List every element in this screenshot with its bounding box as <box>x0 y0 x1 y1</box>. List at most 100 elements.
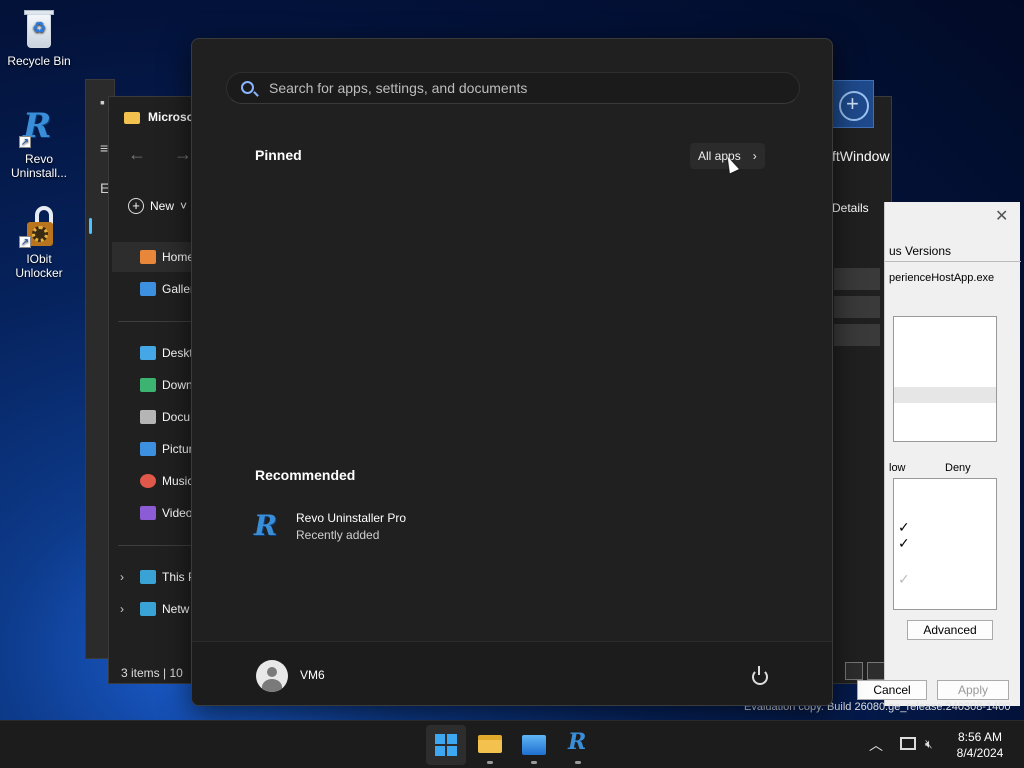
this-pc-icon <box>140 570 156 584</box>
sidebar-item-gallery[interactable]: Galler <box>140 282 192 296</box>
iobit-unlocker-icon: ↗ <box>19 206 59 248</box>
tab-previous-versions[interactable]: us Versions <box>885 240 1021 262</box>
power-icon[interactable] <box>750 666 770 686</box>
divider <box>118 321 192 322</box>
user-name[interactable]: VM6 <box>300 668 325 682</box>
start-menu: Pinned All apps› Recommended R Revo Unin… <box>191 38 833 706</box>
desktop-icon-label: Revo Uninstall... <box>10 152 68 180</box>
home-icon <box>140 250 156 264</box>
cancel-button[interactable]: Cancel <box>857 680 927 700</box>
clock[interactable]: 8:56 AM 8/4/2024 <box>948 729 1012 761</box>
deny-column-label: Deny <box>945 462 971 474</box>
pictures-icon <box>140 442 156 456</box>
clock-date: 8/4/2024 <box>956 746 1004 760</box>
window-title-fragment: ftWindow <box>832 148 890 164</box>
group-user-list[interactable] <box>893 316 997 442</box>
object-path: perienceHostApp.exe <box>889 272 995 284</box>
running-indicator <box>487 761 493 764</box>
chevron-right-icon: › <box>752 149 757 163</box>
sidebar-item-pictures[interactable]: Pictur <box>140 442 192 456</box>
apply-button[interactable]: Apply <box>937 680 1009 700</box>
tiles-view-icon[interactable] <box>867 662 885 680</box>
close-icon[interactable]: ✕ <box>995 206 1008 226</box>
videos-icon <box>140 506 156 520</box>
chevron-right-icon[interactable]: › <box>120 602 124 616</box>
recommended-item[interactable]: R Revo Uninstaller Pro Recently added <box>252 509 406 543</box>
recommended-item-name: Revo Uninstaller Pro <box>296 510 407 525</box>
photos-icon <box>522 735 546 755</box>
start-button[interactable] <box>426 725 466 765</box>
taskbar: R ︿ 🔇︎ 8:56 AM 8/4/2024 <box>0 720 1024 768</box>
back-arrow-icon[interactable]: ← <box>128 144 146 165</box>
check-icon: ✓ <box>898 571 910 587</box>
explorer-title[interactable]: Microso <box>124 110 194 124</box>
network-icon[interactable] <box>900 737 916 750</box>
crosshair-app-icon <box>830 80 874 128</box>
downloads-icon <box>140 378 156 392</box>
windows-logo-icon <box>435 734 457 756</box>
desktop-folder-icon <box>140 346 156 360</box>
running-indicator <box>575 761 581 764</box>
desktop-icon-iobit[interactable]: ↗ IObit Unlocker <box>1 206 77 280</box>
chevron-right-icon[interactable]: › <box>120 570 124 584</box>
selection-indicator <box>89 218 92 234</box>
list-row[interactable] <box>834 296 880 318</box>
new-button[interactable]: + New ˅ <box>128 198 187 214</box>
folder-icon <box>478 735 502 753</box>
check-icon: ✓ <box>898 535 910 551</box>
plus-icon: + <box>128 198 144 214</box>
properties-dialog: ✕ us Versions perienceHostApp.exe low De… <box>857 202 1021 706</box>
recommended-item-subtitle: Recently added <box>296 527 380 542</box>
search-input[interactable] <box>269 73 789 103</box>
folder-icon <box>124 111 140 124</box>
details-button[interactable]: Details <box>832 201 869 215</box>
settings-glyph-icon: ≡ <box>100 140 109 156</box>
revo-uninstaller-icon: R <box>568 729 587 755</box>
details-view-icon[interactable] <box>845 662 863 680</box>
allow-column-label: low <box>889 462 906 474</box>
selected-row <box>894 387 996 403</box>
sidebar-item-videos[interactable]: Video <box>140 506 192 520</box>
view-toggle <box>845 662 885 680</box>
advanced-button[interactable]: Advanced <box>907 620 993 640</box>
network-icon <box>140 602 156 616</box>
pinned-heading: Pinned <box>255 147 302 163</box>
desktop-icon-recycle-bin[interactable]: ♻ Recycle Bin <box>1 8 77 68</box>
forward-arrow-icon[interactable]: → <box>174 144 192 165</box>
desktop-icon-label: IObit Unlocker <box>15 252 63 280</box>
chevron-up-icon[interactable]: ︿ <box>869 735 883 755</box>
start-footer: VM6 <box>192 641 832 705</box>
search-box[interactable] <box>226 72 800 104</box>
running-indicator <box>531 761 537 764</box>
taskbar-photos[interactable] <box>514 725 554 765</box>
gallery-icon <box>140 282 156 296</box>
sidebar-item-downloads[interactable]: Down <box>140 378 192 392</box>
desktop-icon-label: Recycle Bin <box>7 54 71 68</box>
taskbar-revo[interactable]: R <box>558 725 598 765</box>
search-icon <box>241 81 254 94</box>
user-avatar[interactable] <box>256 660 288 692</box>
music-icon <box>140 474 156 488</box>
desktop-icon-revo[interactable]: R ↗ Revo Uninstall... <box>1 106 77 180</box>
list-row[interactable] <box>834 324 880 346</box>
permissions-list: ✓ ✓ ✓ <box>893 478 997 610</box>
sidebar-item-network[interactable]: Netw <box>140 602 192 616</box>
recycle-bin-icon: ♻ <box>19 8 59 50</box>
taskbar-file-explorer[interactable] <box>470 725 510 765</box>
revo-uninstaller-icon: R ↗ <box>19 106 52 148</box>
revo-uninstaller-icon: R <box>254 509 278 542</box>
sidebar-item-desktop[interactable]: Deskt <box>140 346 192 360</box>
list-row[interactable] <box>834 268 880 290</box>
volume-muted-icon[interactable]: 🔇︎ <box>925 737 939 751</box>
documents-icon <box>140 410 156 424</box>
divider <box>118 545 192 546</box>
sidebar-item-this-pc[interactable]: This P <box>140 570 192 584</box>
sidebar-item-music[interactable]: Music <box>140 474 192 488</box>
check-icon: ✓ <box>898 519 910 535</box>
clock-time: 8:56 AM <box>957 730 1003 744</box>
sidebar-item-home[interactable]: Home <box>140 250 192 264</box>
chevron-down-icon: ˅ <box>180 199 188 213</box>
recommended-heading: Recommended <box>255 467 356 483</box>
sidebar-item-documents[interactable]: Docu <box>140 410 192 424</box>
settings-glyph-icon: ▪ <box>100 94 105 110</box>
